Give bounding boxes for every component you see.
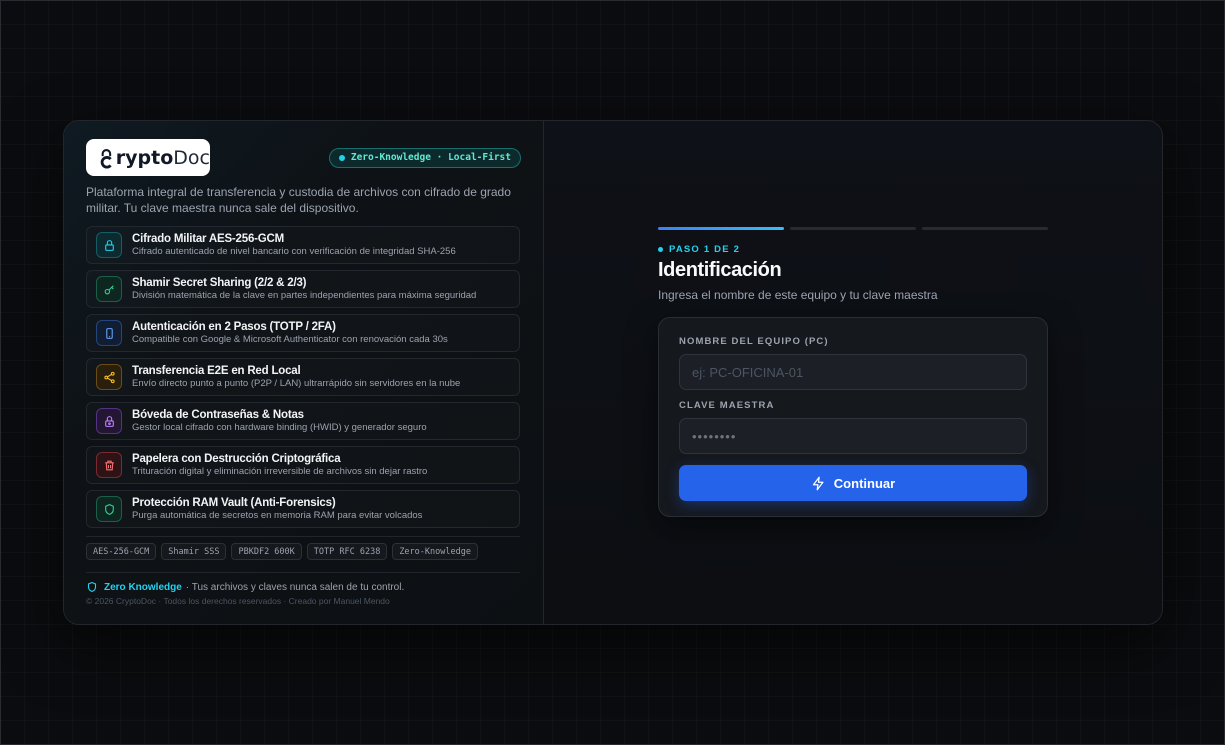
- feature-subtitle: Gestor local cifrado con hardware bindin…: [132, 422, 427, 433]
- copyright: © 2026 CryptoDoc · Todos los derechos re…: [86, 596, 390, 606]
- lock-icon: [96, 232, 122, 258]
- master-key-label: CLAVE MAESTRA: [679, 400, 775, 411]
- continue-button-label: Continuar: [833, 475, 896, 491]
- feature-title: Papelera con Destrucción Criptográfica: [132, 453, 341, 465]
- zero-knowledge-text: · Tus archivos y claves nunca salen de t…: [185, 581, 405, 593]
- brand-row: rypto Doc Zero-Knowledge · Local-First: [86, 139, 521, 176]
- logo-lock-icon: [100, 148, 112, 169]
- platform-description: Plataforma integral de transferencia y c…: [86, 185, 511, 215]
- continue-button[interactable]: Continuar: [679, 465, 1027, 501]
- tech-tag: PBKDF2 600K: [231, 543, 302, 560]
- shield-icon: [87, 581, 97, 593]
- step-label: PASO 1 DE 2: [669, 244, 741, 255]
- pc-name-input[interactable]: [679, 354, 1027, 390]
- status-dot-icon: [338, 154, 345, 161]
- pc-name-label: NOMBRE DEL EQUIPO (PC): [679, 336, 829, 347]
- feature-subtitle: Compatible con Google & Microsoft Authen…: [132, 334, 448, 345]
- vault-icon: [96, 408, 122, 434]
- feature-title: Protección RAM Vault (Anti-Forensics): [132, 497, 336, 509]
- feature-subtitle: Purga automática de secretos en memoria …: [132, 510, 423, 521]
- form-panel: PASO 1 DE 2 Identificación Ingresa el no…: [544, 121, 1162, 624]
- smartphone-icon: [96, 320, 122, 346]
- step-progress: [658, 227, 1048, 230]
- zero-knowledge-note: Zero Knowledge · Tus archivos y claves n…: [86, 581, 521, 593]
- step-indicator: PASO 1 DE 2: [658, 244, 1048, 255]
- form-title: Identificación: [658, 259, 782, 281]
- feature-subtitle: Cifrado autenticado de nivel bancario co…: [132, 246, 456, 257]
- step-bar-2: [790, 227, 916, 230]
- info-panel: rypto Doc Zero-Knowledge · Local-First Pl…: [64, 121, 544, 624]
- identification-form: PASO 1 DE 2 Identificación Ingresa el no…: [658, 227, 1048, 517]
- tech-tag: AES-256-GCM: [86, 543, 157, 560]
- feature-title: Transferencia E2E en Red Local: [132, 365, 301, 377]
- trash-icon: [96, 452, 122, 478]
- zero-knowledge-badge: Zero-Knowledge · Local-First: [328, 147, 521, 168]
- feature-list: Cifrado Militar AES-256-GCM Cifrado aute…: [86, 226, 521, 528]
- feature-item: Autenticación en 2 Pasos (TOTP / 2FA) Co…: [86, 314, 520, 352]
- tech-tag: TOTP RFC 6238: [306, 543, 388, 560]
- step-bar-3: [922, 227, 1048, 230]
- form-subtitle: Ingresa el nombre de este equipo y tu cl…: [658, 288, 938, 302]
- logo-text-bold: rypto: [115, 146, 174, 169]
- feature-title: Shamir Secret Sharing (2/2 & 2/3): [132, 277, 307, 289]
- feature-item: Bóveda de Contraseñas & Notas Gestor loc…: [86, 402, 520, 440]
- master-key-input[interactable]: [679, 418, 1027, 454]
- share-icon: [96, 364, 122, 390]
- feature-title: Cifrado Militar AES-256-GCM: [132, 233, 285, 245]
- feature-subtitle: División matemática de la clave en parte…: [132, 290, 477, 301]
- feature-item: Shamir Secret Sharing (2/2 & 2/3) Divisi…: [86, 270, 520, 308]
- lightning-icon: [812, 476, 824, 490]
- feature-item: Protección RAM Vault (Anti-Forensics) Pu…: [86, 490, 520, 528]
- feature-subtitle: Trituración digital y eliminación irreve…: [132, 466, 428, 477]
- divider: [86, 536, 520, 537]
- step-bar-1: [658, 227, 784, 230]
- tech-tags: AES-256-GCM Shamir SSS PBKDF2 600K TOTP …: [86, 543, 521, 560]
- feature-title: Autenticación en 2 Pasos (TOTP / 2FA): [132, 321, 336, 333]
- logo-text-light: Doc: [173, 146, 210, 169]
- tech-tag: Shamir SSS: [161, 543, 227, 560]
- form-card: NOMBRE DEL EQUIPO (PC) CLAVE MAESTRA Con…: [658, 317, 1048, 517]
- divider: [86, 572, 520, 573]
- cryptodoc-logo: rypto Doc: [86, 139, 210, 176]
- shield-icon: [96, 496, 122, 522]
- feature-item: Transferencia E2E en Red Local Envío dir…: [86, 358, 520, 396]
- badge-label: Zero-Knowledge · Local-First: [350, 152, 511, 163]
- login-card: rypto Doc Zero-Knowledge · Local-First Pl…: [63, 120, 1163, 625]
- feature-subtitle: Envío directo punto a punto (P2P / LAN) …: [132, 378, 461, 389]
- key-icon: [96, 276, 122, 302]
- zero-knowledge-label: Zero Knowledge: [104, 581, 182, 593]
- feature-title: Bóveda de Contraseñas & Notas: [132, 409, 304, 421]
- step-dot-icon: [658, 247, 663, 252]
- feature-item: Cifrado Militar AES-256-GCM Cifrado aute…: [86, 226, 520, 264]
- feature-item: Papelera con Destrucción Criptográfica T…: [86, 446, 520, 484]
- tech-tag: Zero-Knowledge: [392, 543, 478, 560]
